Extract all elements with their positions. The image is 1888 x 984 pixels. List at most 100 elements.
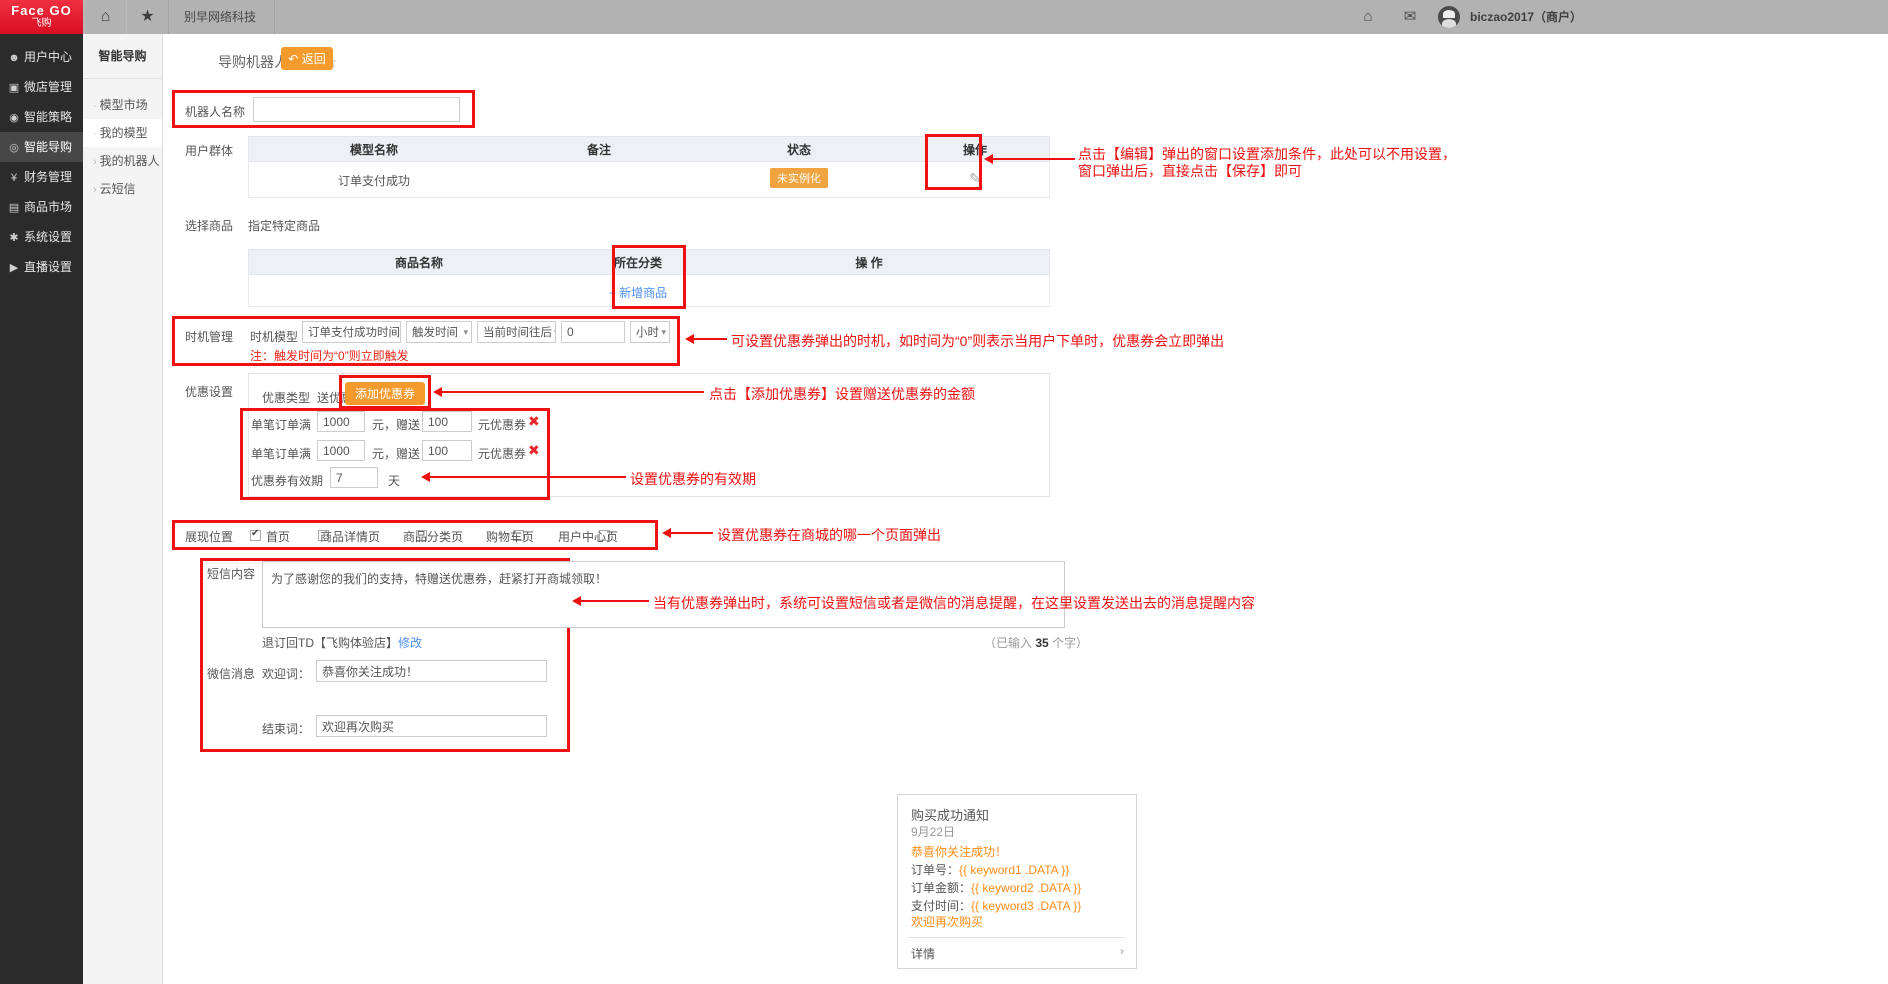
home-icon[interactable]: ⌂ — [84, 0, 127, 34]
timing-note: 注：触发时间为“0”则立即触发 — [250, 347, 409, 364]
sidebar-item-finance[interactable]: ¥财务管理 — [0, 162, 83, 192]
welcome-word-label: 欢迎词： — [262, 665, 310, 682]
coupon-row-prefix: 单笔订单满 — [251, 416, 311, 433]
chevron-right-icon: › — [93, 156, 97, 168]
add-coupon-button[interactable]: 添加优惠券 — [345, 382, 425, 405]
annotation-add-coupon: 点击【添加优惠券】设置赠送优惠券的金额 — [709, 384, 975, 404]
back-arrow-icon: ↶ — [288, 52, 301, 66]
validity-input[interactable] — [330, 467, 378, 488]
user-icon: ☻ — [7, 43, 21, 73]
notification-field: 支付时间：{{ keyword3 .DATA }} — [911, 897, 1081, 914]
product-mode-text: 指定特定商品 — [248, 217, 320, 234]
sidebar-item-smart-guide[interactable]: ◎智能导购 — [0, 132, 83, 162]
dot-icon: · — [93, 100, 97, 112]
robot-name-label: 机器人名称 — [185, 103, 245, 120]
checkbox-label: 商品详情页 — [320, 528, 380, 545]
checkbox-label: 商品分类页 — [403, 528, 463, 545]
logo-text: Face GO — [0, 0, 83, 17]
validity-unit: 天 — [388, 472, 400, 489]
add-product-button[interactable]: + 新增商品 — [589, 284, 687, 301]
notification-closing: 欢迎再次购买 — [911, 913, 983, 930]
status-badge: 未实例化 — [770, 168, 828, 188]
annotation-arrow — [685, 334, 694, 344]
chevron-down-icon: ▾ — [463, 327, 468, 338]
strategy-icon: ◉ — [7, 103, 21, 133]
delete-coupon-icon[interactable]: ✖ — [528, 413, 540, 430]
coupon-row-suffix: 元优惠券 — [478, 445, 526, 462]
timing-model-select[interactable]: 订单支付成功时间▾ — [302, 321, 401, 343]
position-label: 展现位置 — [185, 528, 233, 545]
home-icon[interactable]: ⌂ — [1348, 0, 1388, 34]
product-table-row: + 新增商品 — [248, 275, 1050, 307]
model-name-cell: 订单支付成功 — [249, 172, 499, 189]
unsubscribe-text: 退订回TD【飞购体验店】修改 — [262, 634, 422, 651]
submenu-item-model-market[interactable]: ·模型市场 — [83, 91, 162, 119]
sidebar: ☻用户中心 ▣微店管理 ◉智能策略 ◎智能导购 ¥财务管理 ▤商品市场 ✱系统设… — [0, 34, 83, 984]
sidebar-item-settings[interactable]: ✱系统设置 — [0, 222, 83, 252]
discount-label: 优惠设置 — [185, 383, 233, 400]
star-icon[interactable]: ★ — [126, 0, 169, 34]
welcome-word-input[interactable] — [316, 660, 547, 682]
app-window: Face GO 飞购 ⌂ ★ 别早网络科技 ⌂ ✉ biczao2017（商户）… — [0, 0, 1888, 984]
username[interactable]: biczao2017（商户） — [1470, 0, 1582, 34]
delete-coupon-icon[interactable]: ✖ — [528, 442, 540, 459]
trigger-time-select[interactable]: 触发时间▾ — [406, 321, 472, 343]
guide-icon: ◎ — [7, 133, 21, 163]
product-table-header: 商品名称 所在分类 操 作 — [248, 249, 1050, 275]
sms-label: 短信内容 — [207, 565, 255, 582]
coupon-gift-input[interactable] — [422, 411, 472, 432]
end-word-input[interactable] — [316, 715, 547, 737]
back-button[interactable]: ↶ 返回 — [281, 47, 333, 70]
discount-type-label: 优惠类型 — [262, 389, 310, 406]
sidebar-item-store-manage[interactable]: ▣微店管理 — [0, 72, 83, 102]
timing-model-label: 时机模型 — [250, 328, 298, 345]
annotation-position: 设置优惠券在商城的哪一个页面弹出 — [717, 525, 941, 545]
sidebar-item-smart-strategy[interactable]: ◉智能策略 — [0, 102, 83, 132]
mail-icon[interactable]: ✉ — [1390, 0, 1430, 34]
annotation-arrow — [662, 528, 671, 538]
unit-select[interactable]: 小时▾ — [630, 321, 670, 343]
submenu-item-my-robots[interactable]: ›我的机器人 — [83, 147, 162, 175]
submenu: 智能导购 ·模型市场 ·我的模型 ›我的机器人 ›云短信 — [83, 34, 163, 984]
checkbox-homepage[interactable] — [250, 530, 261, 541]
user-group-table-row: 订单支付成功 未实例化 ✎ — [248, 162, 1050, 198]
coupon-amount-input[interactable] — [317, 440, 365, 461]
annotation-validity: 设置优惠券的有效期 — [630, 469, 756, 489]
notification-title: 购买成功通知 — [911, 805, 989, 824]
annotation-timing: 可设置优惠券弹出的时机，如时间为“0”则表示当用户下单时，优惠券会立即弹出 — [731, 331, 1224, 351]
store-icon: ▣ — [7, 73, 21, 103]
checkbox-label: 首页 — [266, 528, 290, 545]
live-icon: ▶ — [7, 253, 21, 283]
coupon-gift-input[interactable] — [422, 440, 472, 461]
notification-field: 订单金额：{{ keyword2 .DATA }} — [911, 879, 1081, 896]
sidebar-item-user-center[interactable]: ☻用户中心 — [0, 42, 83, 72]
validity-label: 优惠券有效期 — [251, 472, 323, 489]
coupon-amount-input[interactable] — [317, 411, 365, 432]
sidebar-item-live[interactable]: ▶直播设置 — [0, 252, 83, 282]
chevron-down-icon: ▾ — [661, 327, 666, 338]
edit-link[interactable]: 修改 — [398, 636, 422, 650]
coupon-row-prefix: 单笔订单满 — [251, 445, 311, 462]
wechat-label: 微信消息 — [207, 665, 255, 682]
coupon-row-suffix: 元优惠券 — [478, 416, 526, 433]
annotation-line — [671, 532, 713, 534]
submenu-item-cloud-sms[interactable]: ›云短信 — [83, 175, 162, 203]
logo-subtext: 飞购 — [0, 17, 83, 29]
edit-pencil-icon[interactable]: ✎ — [899, 170, 1051, 187]
notification-detail-link[interactable]: 详情 — [911, 945, 935, 962]
robot-name-input[interactable] — [253, 97, 460, 122]
avatar[interactable] — [1438, 6, 1460, 28]
checkbox-label: 购物车页 — [486, 528, 534, 545]
offset-value-input[interactable] — [561, 321, 625, 343]
finance-icon: ¥ — [7, 163, 21, 193]
notification-greeting: 恭喜你关注成功！ — [911, 843, 1007, 860]
dot-icon: · — [93, 128, 97, 140]
top-bar — [0, 0, 1888, 34]
time-offset-select[interactable]: 当前时间往后▾ — [477, 321, 556, 343]
checkbox-label: 用户中心页 — [558, 528, 618, 545]
submenu-item-my-models[interactable]: ·我的模型 — [83, 119, 162, 147]
notification-preview-card: 购买成功通知 9月22日 恭喜你关注成功！ 订单号：{{ keyword1 .D… — [897, 794, 1137, 969]
market-icon: ▤ — [7, 193, 21, 223]
user-group-label: 用户群体 — [185, 142, 233, 159]
sidebar-item-market[interactable]: ▤商品市场 — [0, 192, 83, 222]
